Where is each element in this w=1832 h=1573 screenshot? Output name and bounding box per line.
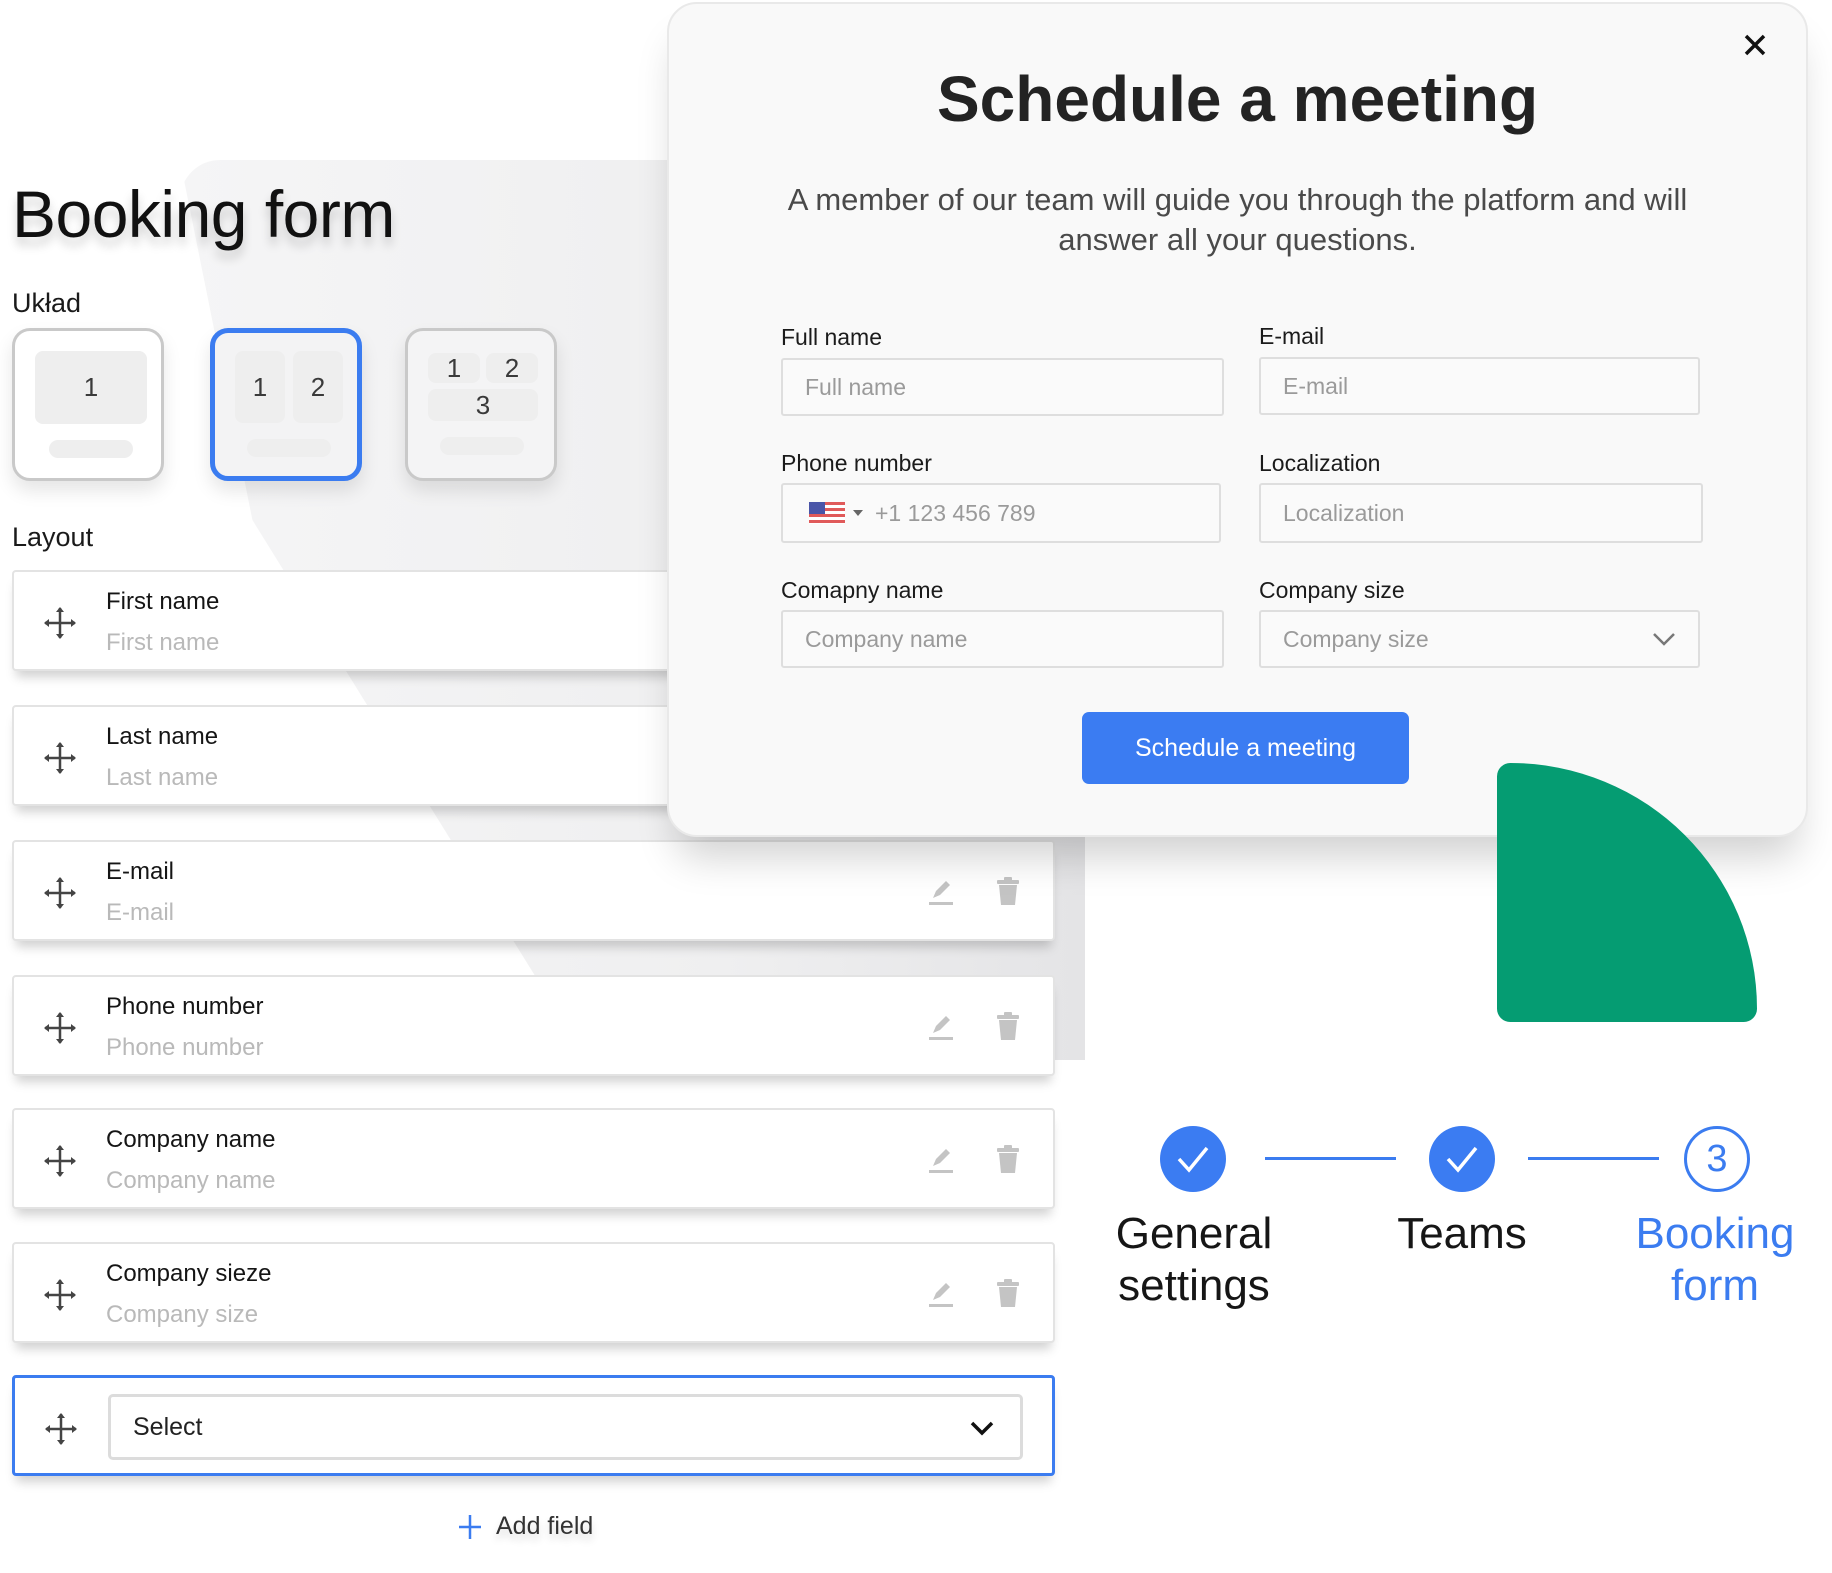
- modal-subtitle: A member of our team will guide you thro…: [787, 182, 1688, 257]
- move-icon[interactable]: [43, 1411, 79, 1447]
- chevron-down-icon: [970, 1421, 994, 1436]
- page-title: Booking form: [12, 177, 395, 251]
- email-input[interactable]: E-mail: [1259, 357, 1700, 415]
- email-placeholder: E-mail: [1283, 372, 1349, 399]
- company-name-input[interactable]: Company name: [781, 610, 1224, 668]
- localization-input[interactable]: Localization: [1259, 483, 1703, 543]
- phone-input[interactable]: +1 123 456 789: [781, 483, 1221, 543]
- field-placeholder: Company size: [106, 1301, 259, 1328]
- layout-cell: 3: [428, 389, 538, 421]
- layout-cell: 2: [293, 351, 343, 423]
- field-card[interactable]: Company sieze Company size: [12, 1242, 1055, 1343]
- modal-title: Schedule a meeting: [936, 63, 1539, 135]
- full-name-input[interactable]: Full name: [781, 358, 1224, 416]
- close-icon[interactable]: [1740, 30, 1770, 60]
- select-value: Select: [133, 1413, 203, 1441]
- caret-down-icon[interactable]: [853, 510, 863, 516]
- move-icon[interactable]: [42, 875, 78, 911]
- schedule-meeting-button[interactable]: Schedule a meeting: [1082, 712, 1409, 784]
- layout-section-label: Układ: [12, 288, 82, 318]
- move-icon[interactable]: [42, 605, 78, 641]
- layout-option-2-columns[interactable]: 1 2: [210, 328, 362, 481]
- localization-label: Localization: [1259, 450, 1381, 476]
- field-placeholder: E-mail: [106, 899, 175, 926]
- schedule-meeting-modal: Schedule a meeting A member of our team …: [667, 2, 1808, 837]
- stepper-connector: [1528, 1157, 1659, 1160]
- new-field-card: Select: [12, 1375, 1055, 1476]
- step-2-indicator[interactable]: [1429, 1126, 1495, 1192]
- move-icon[interactable]: [42, 740, 78, 776]
- layout-cell: 1: [235, 351, 285, 423]
- company-name-placeholder: Company name: [805, 625, 968, 652]
- us-flag-icon[interactable]: [809, 502, 845, 524]
- step-label-line: General: [1115, 1209, 1273, 1258]
- check-icon: [1446, 1146, 1478, 1173]
- layout-bar: [49, 440, 133, 458]
- edit-icon[interactable]: [925, 1278, 955, 1308]
- email-label: E-mail: [1259, 323, 1325, 349]
- trash-icon[interactable]: [995, 876, 1021, 906]
- phone-label: Phone number: [781, 450, 932, 476]
- full-name-placeholder: Full name: [805, 373, 906, 400]
- step-1-label[interactable]: General settings: [1110, 1208, 1278, 1312]
- field-placeholder: Phone number: [106, 1034, 264, 1061]
- field-label: Phone number: [106, 993, 264, 1020]
- field-label: Company name: [106, 1126, 276, 1153]
- step-2-label[interactable]: Teams: [1385, 1208, 1539, 1260]
- full-name-label: Full name: [781, 324, 882, 350]
- company-name-label: Comapny name: [781, 577, 944, 603]
- chevron-down-icon: [1653, 633, 1675, 646]
- localization-placeholder: Localization: [1283, 499, 1405, 526]
- field-card[interactable]: Company name Company name: [12, 1108, 1055, 1209]
- field-label: Company sieze: [106, 1260, 272, 1287]
- add-field-button[interactable]: Add field: [458, 1512, 593, 1541]
- add-field-label: Add field: [496, 1512, 594, 1540]
- edit-icon[interactable]: [925, 1144, 955, 1174]
- trash-icon[interactable]: [995, 1144, 1021, 1174]
- layout-cell: 1: [428, 353, 480, 383]
- step-label-line: form: [1671, 1261, 1759, 1310]
- field-placeholder: First name: [106, 629, 220, 656]
- field-label: E-mail: [106, 858, 175, 885]
- layout-bar: [247, 439, 331, 457]
- check-icon: [1177, 1146, 1209, 1173]
- field-card[interactable]: Phone number Phone number: [12, 975, 1055, 1076]
- step-number: 3: [1706, 1137, 1728, 1180]
- edit-icon[interactable]: [925, 876, 955, 906]
- field-type-select[interactable]: Select: [108, 1394, 1023, 1460]
- fields-section-label: Layout: [12, 522, 94, 552]
- move-icon[interactable]: [42, 1277, 78, 1313]
- step-1-indicator[interactable]: [1160, 1126, 1226, 1192]
- move-icon[interactable]: [42, 1010, 78, 1046]
- step-3-label[interactable]: Booking form: [1625, 1208, 1805, 1312]
- plus-icon: [459, 1514, 481, 1539]
- trash-icon[interactable]: [995, 1011, 1021, 1041]
- step-3-indicator[interactable]: 3: [1684, 1126, 1750, 1192]
- trash-icon[interactable]: [995, 1278, 1021, 1308]
- field-card[interactable]: E-mail E-mail: [12, 840, 1055, 941]
- stepper-connector: [1265, 1157, 1396, 1160]
- phone-placeholder: +1 123 456 789: [875, 499, 1036, 526]
- layout-option-3-cells[interactable]: 1 2 3: [405, 328, 557, 481]
- layout-option-1-column[interactable]: 1: [12, 328, 164, 481]
- field-label: Last name: [106, 723, 219, 750]
- field-placeholder: Last name: [106, 764, 219, 791]
- step-label-line: Teams: [1397, 1209, 1527, 1258]
- layout-cell: 2: [486, 353, 538, 383]
- layout-bar: [440, 437, 524, 455]
- step-label-line: settings: [1118, 1261, 1270, 1310]
- move-icon[interactable]: [42, 1143, 78, 1179]
- edit-icon[interactable]: [925, 1011, 955, 1041]
- company-size-placeholder: Company size: [1283, 625, 1429, 652]
- field-label: First name: [106, 588, 220, 615]
- company-size-select[interactable]: Company size: [1259, 610, 1700, 668]
- field-placeholder: Company name: [106, 1167, 276, 1194]
- step-label-line: Booking: [1635, 1209, 1795, 1258]
- layout-cell: 1: [35, 351, 147, 424]
- company-size-label: Company size: [1259, 577, 1405, 603]
